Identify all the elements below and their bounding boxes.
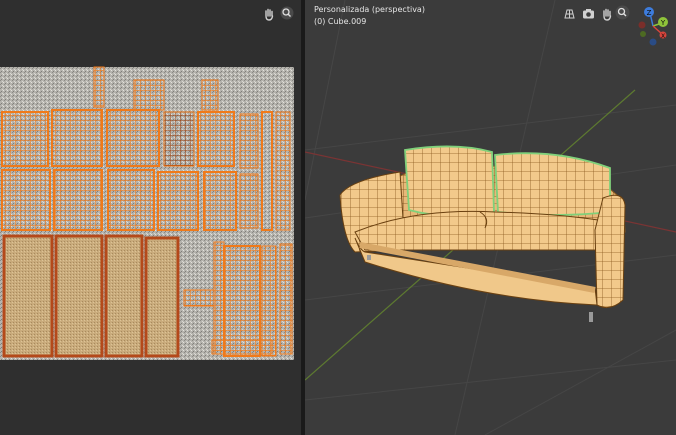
3d-viewport[interactable]: Personalizada (perspectiva) (0) Cube.009… (305, 0, 676, 435)
active-object-label: (0) Cube.009 (314, 17, 367, 26)
axis-neg-y-handle[interactable] (640, 31, 646, 37)
sofa-mesh (339, 145, 626, 322)
zoom-icon[interactable] (615, 5, 630, 20)
hand-icon[interactable] (265, 8, 274, 21)
viewport-canvas[interactable] (305, 0, 676, 435)
view-name-label: Personalizada (perspectiva) (314, 5, 425, 14)
axis-x-label: X (661, 33, 665, 40)
uv-canvas[interactable] (0, 0, 301, 435)
uv-editor[interactable] (0, 0, 301, 435)
axis-z-label: Z (647, 9, 652, 17)
zoom-icon[interactable] (280, 6, 294, 20)
navigation-gizmo[interactable]: Z Y X (633, 4, 673, 48)
hand-icon[interactable] (600, 6, 615, 21)
axis-neg-z-handle[interactable] (649, 38, 657, 46)
axis-y-label: Y (660, 19, 666, 27)
grid-icon[interactable] (562, 6, 577, 21)
axis-neg-x-handle[interactable] (638, 21, 646, 29)
camera-icon[interactable] (581, 6, 596, 21)
